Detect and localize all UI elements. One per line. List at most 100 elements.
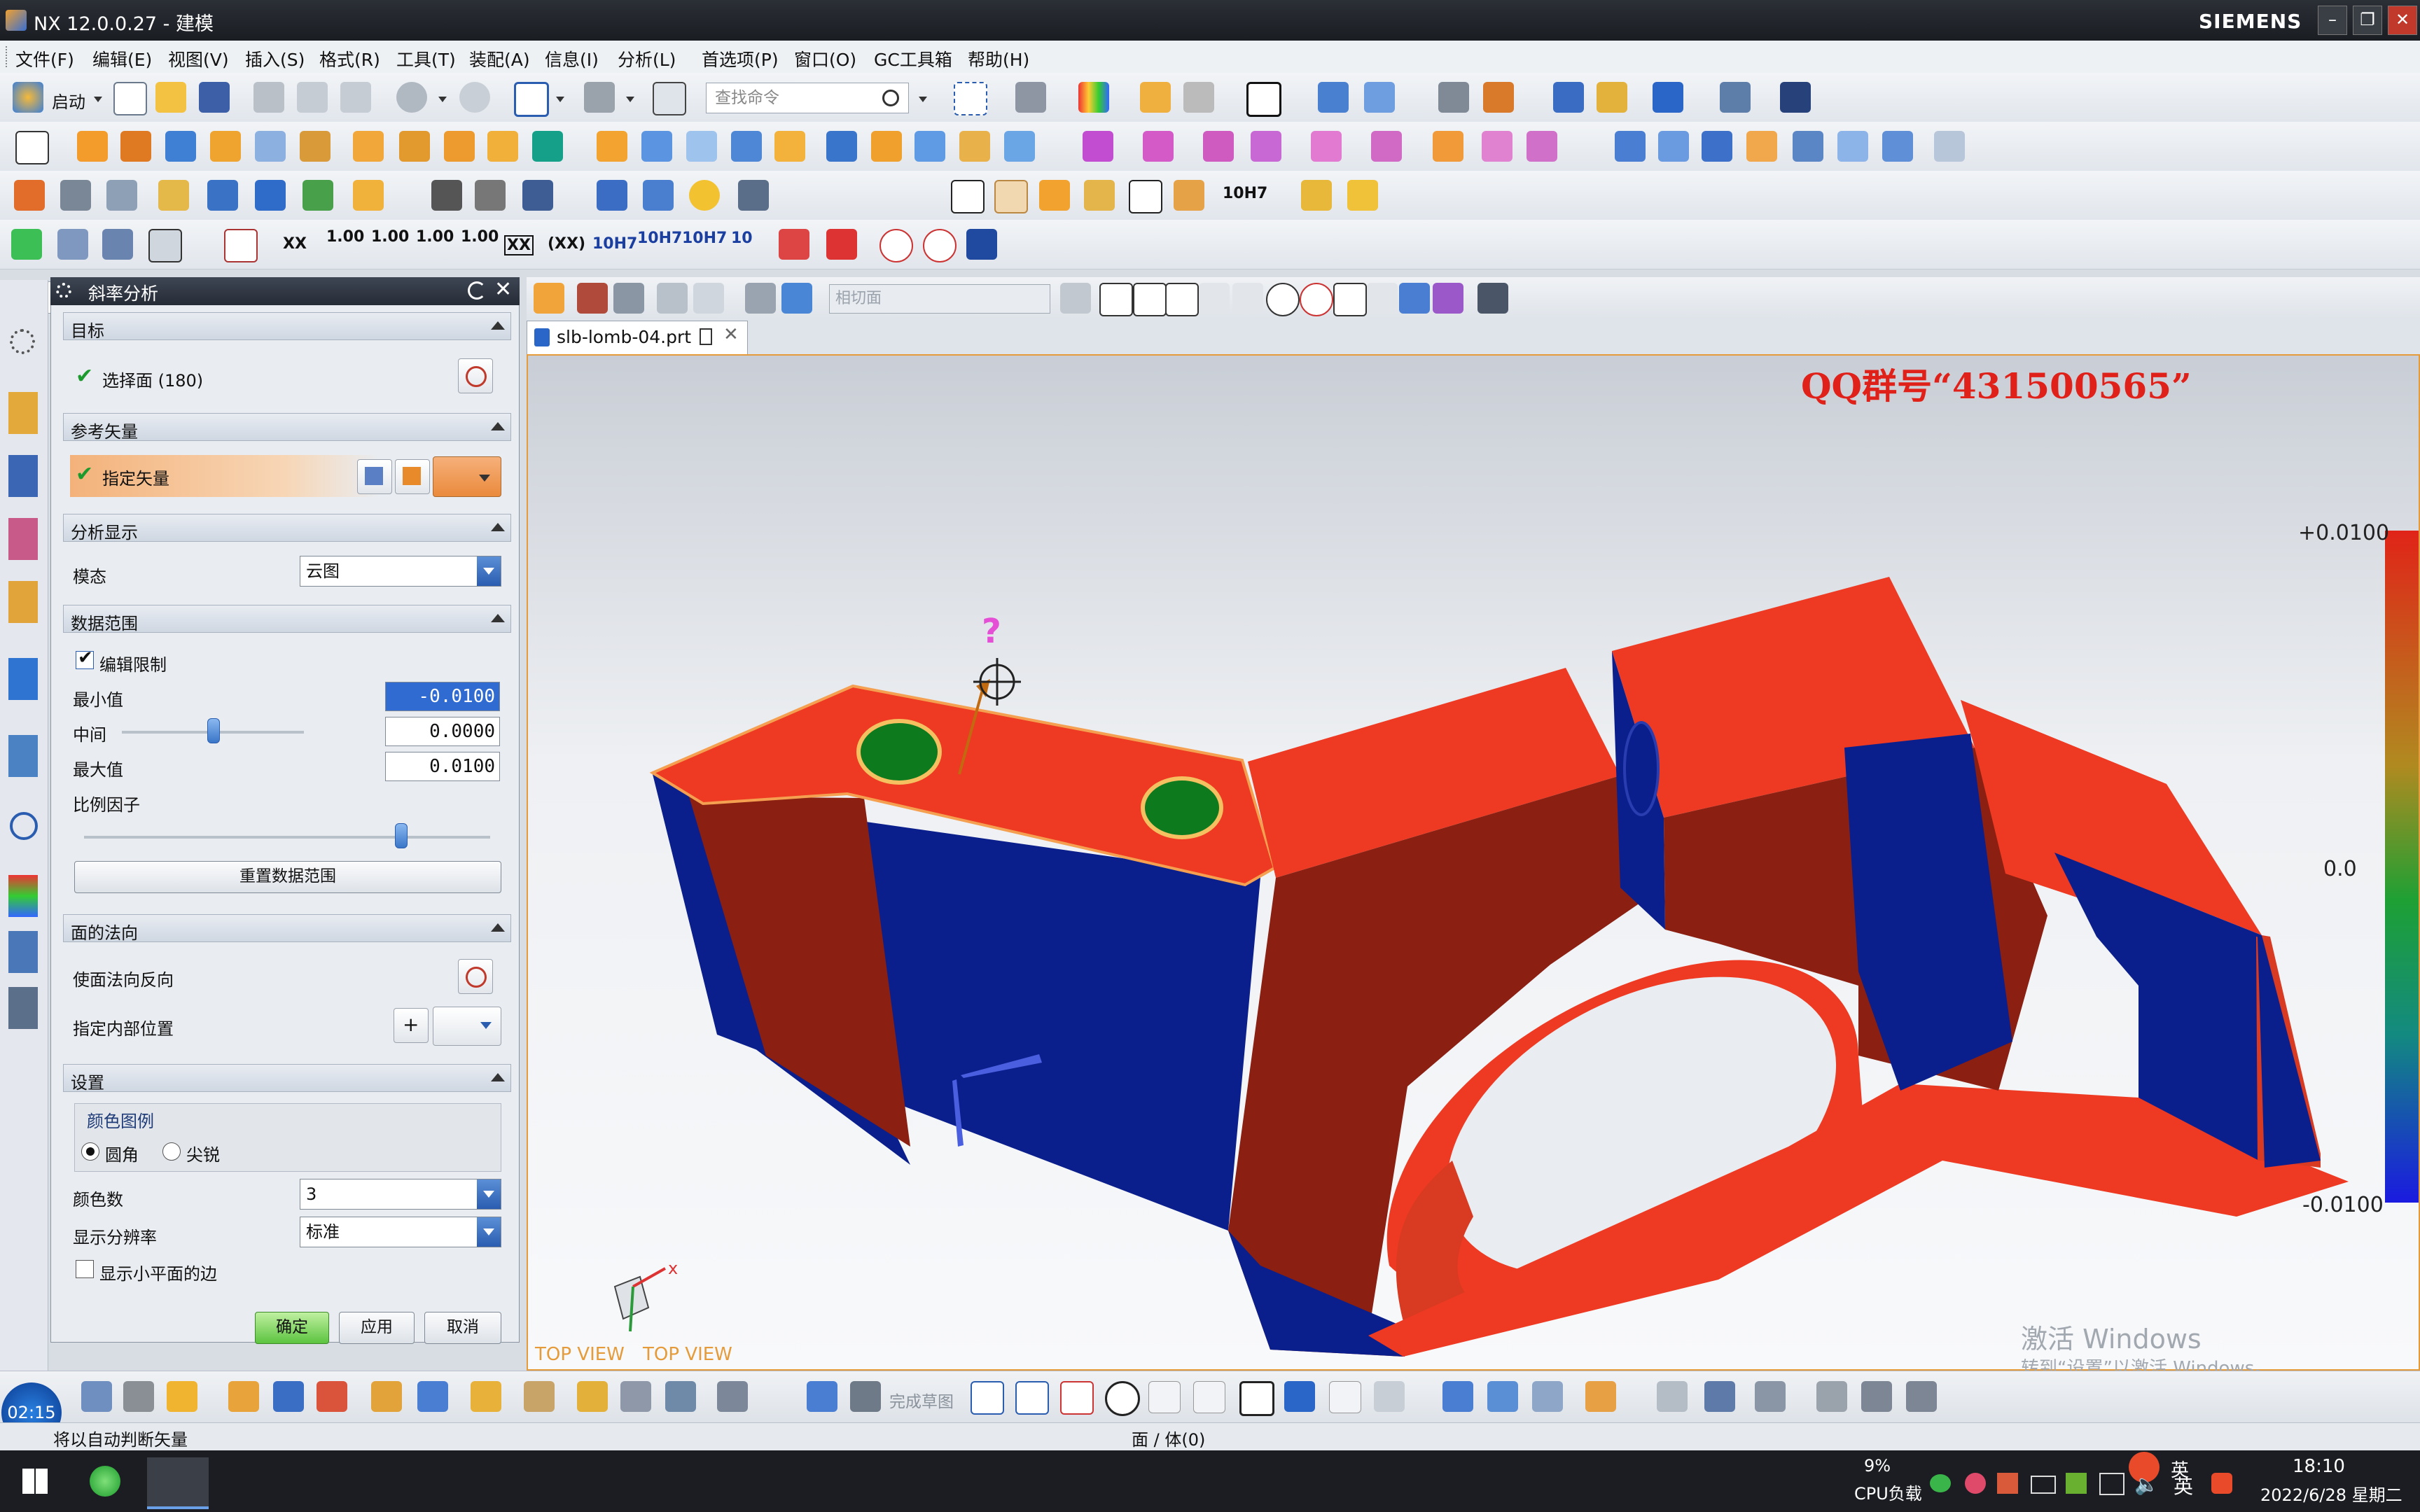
reuse-library-icon[interactable] [302,180,333,211]
replace-face-icon[interactable] [1004,131,1035,162]
white-background-icon[interactable] [1246,82,1281,117]
shell-icon[interactable] [641,131,672,162]
color-count-select[interactable]: 3 [300,1179,501,1210]
balloon-icon[interactable] [826,229,857,260]
boss-icon[interactable] [300,131,331,162]
pin-tool-icon[interactable] [577,1381,608,1412]
view-cube-icon[interactable] [81,1381,112,1412]
scale-slider-track[interactable] [84,836,490,839]
finish-sketch-icon[interactable] [850,1381,881,1412]
fillet-icon[interactable] [1148,1381,1181,1413]
face-rule-select[interactable]: 相切面 [829,284,1050,314]
snap-intersection-icon[interactable] [1232,283,1263,314]
tab-close-icon[interactable]: ✕ [723,324,739,345]
table-grid-icon[interactable] [994,180,1028,214]
radial-dim-icon[interactable] [1433,131,1463,162]
minimize-button[interactable]: – [2318,6,2347,35]
select-region-icon[interactable] [693,283,724,314]
replace-component-icon[interactable] [417,1381,448,1412]
tray-app-icon[interactable] [1965,1473,1986,1494]
section-data-range[interactable]: 数据范围 [63,605,511,634]
unite-icon[interactable] [399,131,430,162]
resolution-select[interactable]: 标准 [300,1217,501,1247]
thread-icon[interactable] [597,180,627,211]
surface-icon[interactable] [1615,131,1646,162]
menu-view[interactable]: 视图(V) [168,46,229,71]
part-navigator-icon[interactable] [8,392,38,434]
windows-start-icon[interactable] [22,1469,48,1494]
linear-dim-icon[interactable] [1371,131,1402,162]
select-component-icon[interactable] [657,283,688,314]
explode-icon[interactable] [167,1381,197,1412]
menu-analysis[interactable]: 分析(L) [618,46,676,71]
measure-angle-icon[interactable] [1597,82,1627,113]
cancel-button[interactable]: 取消 [424,1312,501,1344]
system-material-icon[interactable] [8,875,38,917]
routing-icon[interactable] [717,1381,748,1412]
pmi-tol-4[interactable]: 1.00 [461,228,499,246]
gear-icon[interactable] [738,180,769,211]
pmi-fit-3[interactable]: 10H7 [682,230,727,247]
start-icon[interactable] [13,82,43,113]
pmi-tol-1[interactable]: 1.00 [326,228,364,246]
dimension-icon[interactable] [1174,180,1204,211]
inventory-icon[interactable] [1906,1381,1937,1412]
attribute-icon[interactable] [353,180,384,211]
pmi-fit-4[interactable]: 10 [731,230,753,247]
profile-icon[interactable] [971,1381,1004,1415]
snap-existing-icon[interactable] [1333,283,1367,316]
package-icon[interactable] [524,1381,555,1412]
mate-icon[interactable] [273,1381,304,1412]
geometry-tolerance-icon[interactable] [475,180,506,211]
select-move-icon[interactable] [577,283,608,314]
fit-tolerance-label[interactable]: 10H7 [1223,185,1267,202]
tray-app-2-icon[interactable] [1997,1473,2018,1494]
command-search-input[interactable]: 查找命令 [706,83,909,113]
volume-icon[interactable]: 🔈 [2134,1473,2159,1496]
constraints-icon[interactable] [1657,1381,1688,1412]
reset-range-button[interactable]: 重置数据范围 [74,861,501,893]
chamfer-sketch-icon[interactable] [1193,1381,1225,1413]
clock-icon[interactable] [10,812,38,840]
select-face-icon[interactable] [781,283,812,314]
sketch-settings-icon[interactable] [1755,1381,1786,1412]
vector-dialog-button[interactable] [357,459,392,494]
make-corner-icon[interactable] [1532,1381,1563,1412]
menu-file[interactable]: 文件(F) [15,46,74,71]
process-studio-icon[interactable] [8,931,38,973]
section-reference-vector[interactable]: 参考矢量 [63,413,511,442]
snap-pole-icon[interactable] [1433,283,1463,314]
arrow-back-icon[interactable] [966,229,997,260]
cable-icon[interactable] [620,1381,651,1412]
apply-button[interactable]: 应用 [339,1312,415,1344]
datum-target-icon[interactable] [57,229,88,260]
harness-icon[interactable] [665,1381,696,1412]
spreadsheet-icon[interactable] [158,180,189,211]
move-component-icon[interactable] [317,1381,347,1412]
circle-icon[interactable] [1105,1381,1140,1416]
settings-gear-icon[interactable] [10,329,35,354]
browser-taskbar-icon[interactable] [90,1466,120,1497]
flip-normal-button[interactable] [458,959,493,994]
ime-label-2[interactable]: 英 [2174,1471,2193,1499]
roles-icon[interactable] [8,987,38,1029]
round-radio[interactable] [81,1142,99,1161]
arc-icon[interactable] [1060,1381,1094,1415]
color-palette-icon[interactable] [1078,82,1109,113]
surface-finish-icon[interactable] [148,229,182,262]
sync-modeling-icon[interactable] [1083,131,1113,162]
angular-dim-icon[interactable] [1482,131,1512,162]
pmi-fit-1[interactable]: 10H7 [592,235,637,253]
snap-midpoint-icon[interactable] [1165,283,1199,316]
revolve-icon[interactable] [120,131,151,162]
hide-icon[interactable] [1183,82,1214,113]
edit-object-display-icon[interactable] [1140,82,1171,113]
command-finder-icon[interactable] [653,82,686,115]
battery-icon[interactable] [2031,1476,2056,1494]
menu-assembly[interactable]: 装配(A) [469,46,530,71]
pmi-boxed-xx[interactable]: XX [504,235,534,255]
sheet-metal-icon[interactable] [1301,180,1332,211]
chamfer-icon[interactable] [826,131,857,162]
reverse-direction-button[interactable] [395,459,430,494]
cylinder-icon[interactable] [210,131,241,162]
